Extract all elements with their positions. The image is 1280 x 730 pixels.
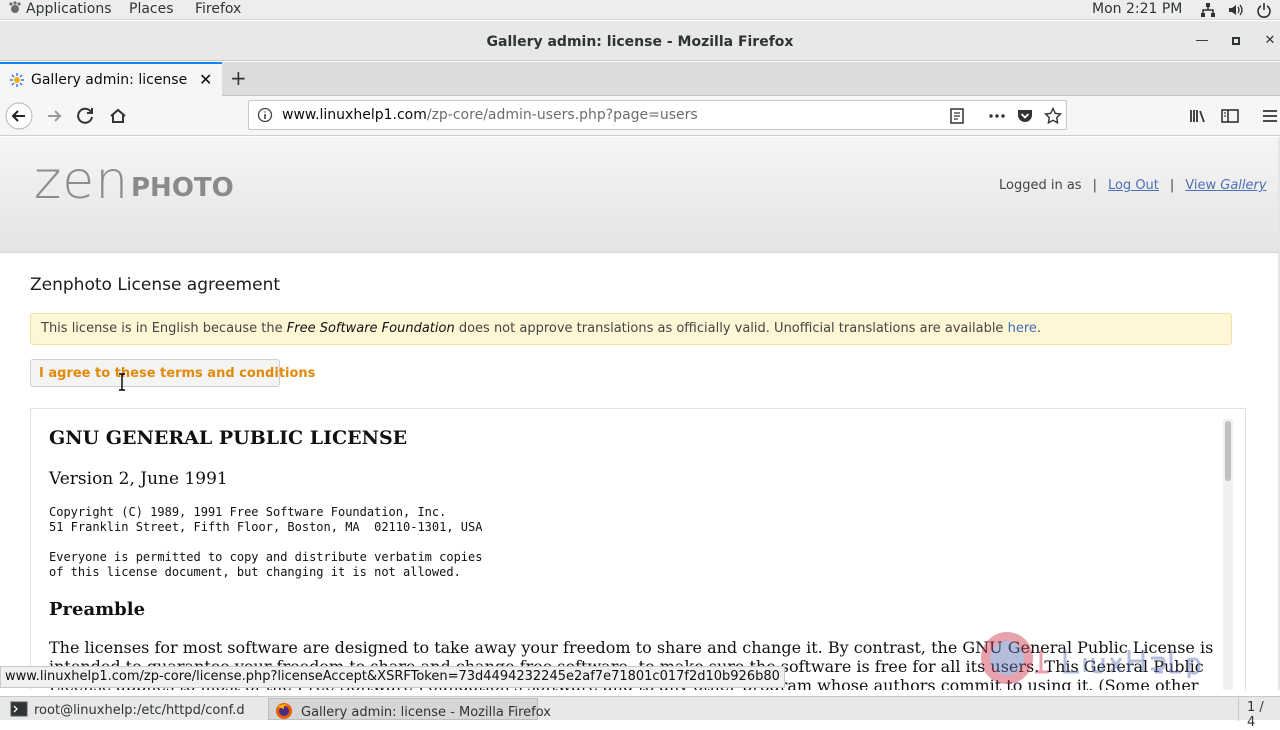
gnome-foot-icon [9, 1, 21, 13]
maximize-icon[interactable] [1228, 33, 1244, 49]
license-scrollbar-thumb[interactable] [1225, 421, 1231, 481]
zenphoto-admin-header: zen PHOTO Logged in as | Log Out | View Gall… [0, 137, 1278, 253]
applications-menu[interactable]: Applications [8, 1, 112, 17]
agree-terms-button[interactable]: I agree to these terms and conditions [30, 359, 315, 387]
taskbar-item-terminal[interactable]: root@linuxhelp:/etc/httpd/conf.d [0, 698, 262, 720]
clock[interactable]: Mon 2:21 PM [1092, 1, 1182, 17]
tab-gallery-admin[interactable]: Gallery admin: license ✕ [0, 62, 222, 96]
close-tab-icon[interactable]: ✕ [199, 70, 212, 89]
zenphoto-logo-photo[interactable]: PHOTO [131, 173, 234, 203]
reader-view-icon[interactable] [948, 107, 966, 125]
terminal-icon [10, 701, 28, 717]
pocket-icon[interactable] [1016, 107, 1034, 125]
forward-icon[interactable] [40, 102, 68, 130]
sidebar-icon[interactable] [1216, 102, 1244, 130]
url-bar[interactable]: www.linuxhelp1.com/zp-core/admin-users.p… [248, 100, 1067, 130]
logout-link[interactable]: Log Out [1108, 178, 1159, 193]
gallery-label: Gallery [1220, 178, 1267, 193]
linuxhelp-watermark-logo [981, 632, 1201, 684]
separator: | [1169, 178, 1175, 193]
tab-label: Gallery admin: license [31, 72, 188, 88]
window-title: Gallery admin: license - Mozilla Firefox [486, 34, 794, 50]
zenphoto-logo-zen[interactable]: zen [34, 151, 129, 211]
minimize-icon[interactable]: — [1194, 33, 1210, 49]
preamble-heading: Preamble [49, 599, 146, 620]
view-label: View [1185, 178, 1221, 193]
view-gallery-link[interactable]: View Gallery [1185, 178, 1266, 193]
home-icon[interactable] [104, 102, 132, 130]
tab-strip: Gallery admin: license ✕ + [0, 62, 1280, 96]
license-permission: Everyone is permitted to copy and distri… [49, 550, 483, 579]
back-icon[interactable] [5, 102, 33, 130]
firefox-icon [276, 703, 292, 719]
logged-in-label: Logged in as [999, 178, 1082, 193]
reload-icon[interactable] [72, 102, 100, 130]
library-icon[interactable] [1184, 102, 1212, 130]
zenphoto-favicon-icon [10, 73, 24, 87]
notice-fsf: Free Software Foundation [286, 321, 455, 336]
firefox-task-label: Gallery admin: license - Mozilla Firefox [301, 705, 551, 720]
applications-label: Applications [26, 1, 112, 17]
network-icon[interactable] [1200, 2, 1216, 18]
page-title: Zenphoto License agreement [30, 275, 281, 295]
places-menu[interactable]: Places [129, 1, 174, 17]
page-viewport: zen PHOTO Logged in as | Log Out | View Gall… [0, 137, 1278, 690]
window-list-taskbar: root@linuxhelp:/etc/httpd/conf.d Gallery… [0, 696, 1280, 730]
new-tab-icon[interactable]: + [230, 66, 247, 90]
notice-text-2: does not approve translations as officia… [454, 321, 1008, 336]
page-actions-icon[interactable] [988, 107, 1006, 125]
url-host: www.linuxhelp1.com [282, 107, 427, 123]
workspace-pager[interactable]: 1 / 4 [1238, 697, 1280, 730]
terminal-task-label: root@linuxhelp:/etc/httpd/conf.d [34, 703, 245, 718]
license-heading: GNU GENERAL PUBLIC LICENSE [49, 427, 408, 449]
separator: | [1092, 178, 1097, 193]
bookmark-star-icon[interactable] [1044, 107, 1062, 125]
license-copyright: Copyright (C) 1989, 1991 Free Software F… [49, 505, 483, 534]
user-bar: Logged in as | Log Out | View Gallery [999, 178, 1267, 193]
taskbar-item-firefox[interactable]: Gallery admin: license - Mozilla Firefox [268, 698, 551, 720]
url-path: /zp-core/admin-users.php?page=users [426, 107, 698, 123]
url-text[interactable]: www.linuxhelp1.com/zp-core/admin-users.p… [282, 107, 698, 123]
license-version: Version 2, June 1991 [49, 469, 228, 489]
close-window-icon[interactable]: ✕ [1262, 33, 1278, 49]
window-title-bar[interactable]: Gallery admin: license - Mozilla Firefox… [0, 21, 1280, 61]
link-status-url: www.linuxhelp1.com/zp-core/license.php?l… [0, 666, 785, 688]
translations-here-link[interactable]: here [1008, 321, 1037, 336]
firefox-menu[interactable]: Firefox [195, 1, 241, 17]
translation-notice: This license is in English because the F… [30, 313, 1232, 345]
volume-icon[interactable] [1227, 2, 1243, 18]
notice-text-3: . [1036, 321, 1042, 336]
ibeam-cursor-icon [119, 373, 125, 391]
power-icon[interactable] [1256, 2, 1272, 18]
hamburger-menu-icon[interactable] [1256, 102, 1280, 130]
gnome-top-bar: Applications Places Firefox Mon 2:21 PM [0, 0, 1280, 20]
navigation-toolbar: www.linuxhelp1.com/zp-core/admin-users.p… [0, 96, 1280, 136]
site-info-icon[interactable] [257, 107, 273, 123]
notice-text-1: This license is in English because the [41, 321, 287, 336]
